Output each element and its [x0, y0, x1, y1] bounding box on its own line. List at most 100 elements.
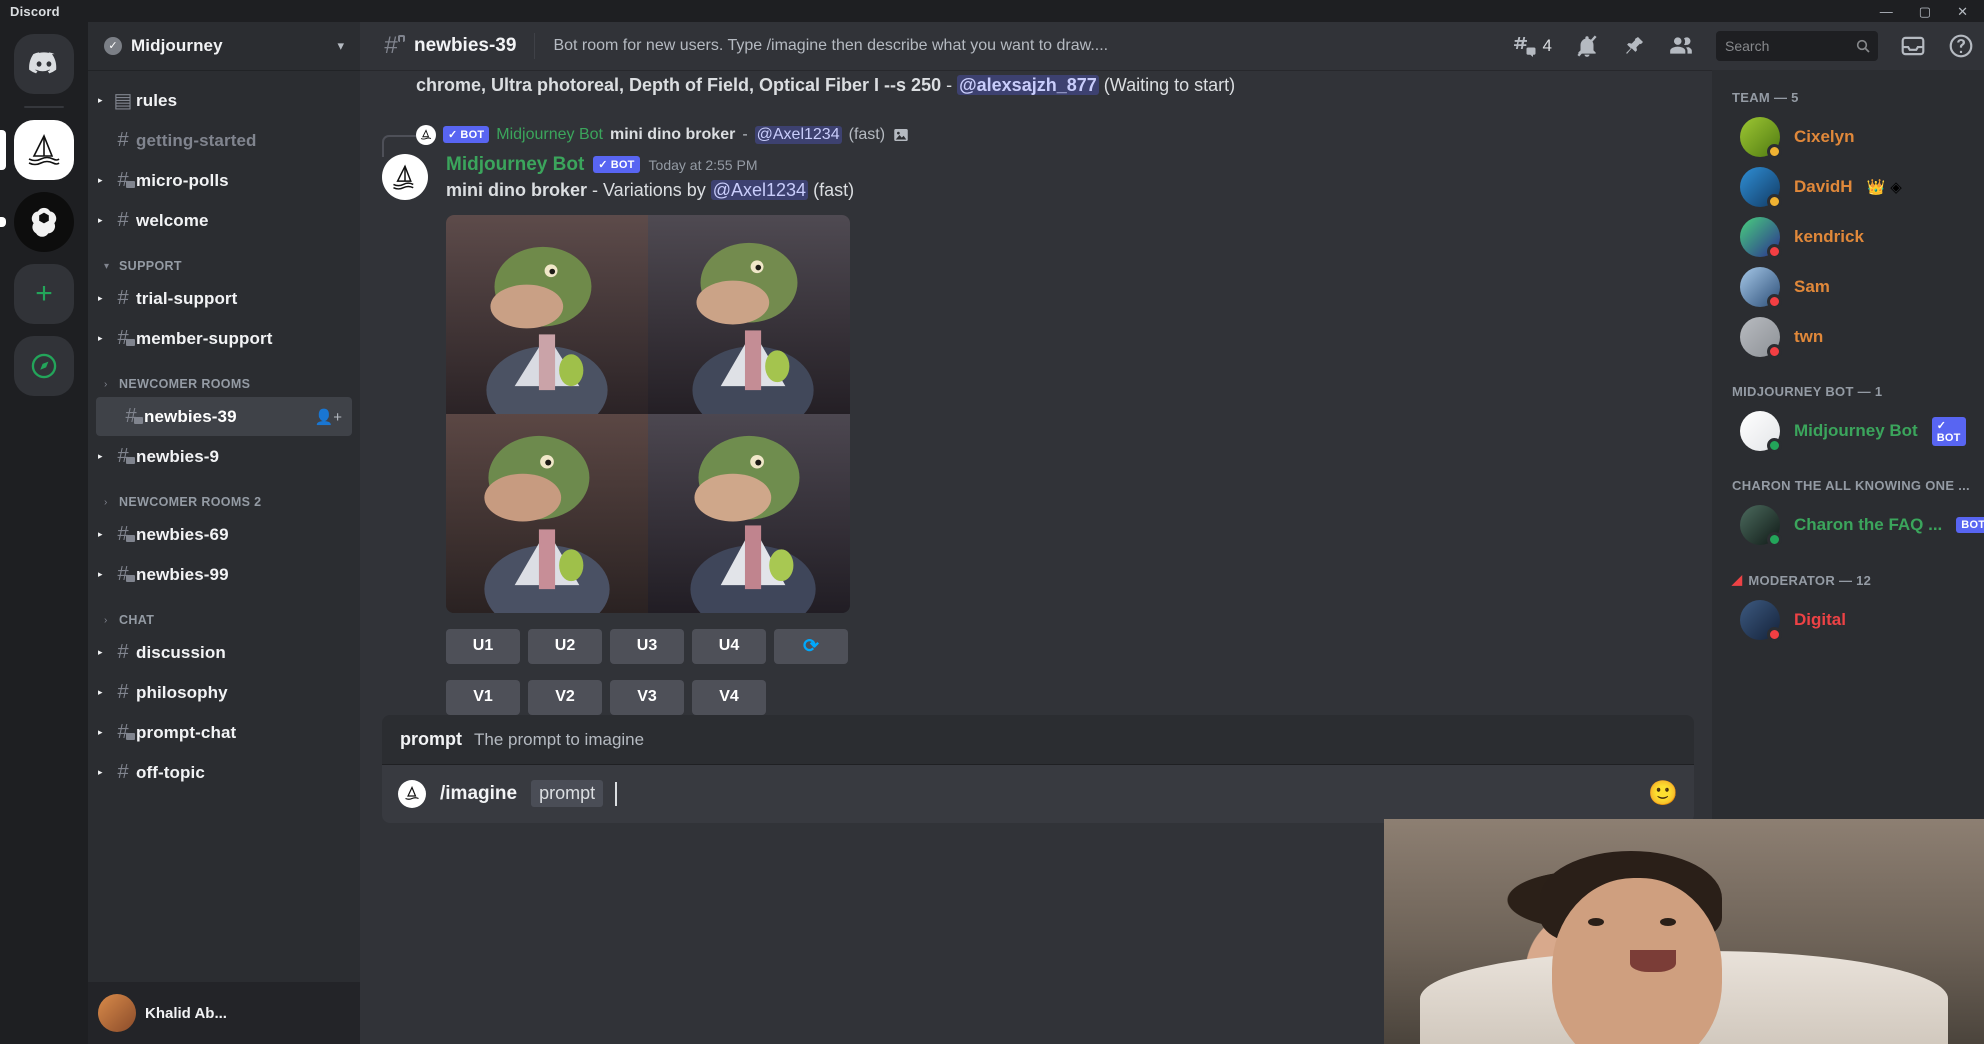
channel-list[interactable]: ▸ ▤ rules # getting-started ▸ # micro-polls ▸ # we…: [88, 70, 360, 982]
help-button[interactable]: [1948, 33, 1974, 59]
category-newcomer-rooms[interactable]: › NEWCOMER ROOMS: [88, 359, 360, 396]
channel-name: micro-polls: [136, 170, 229, 190]
generated-image-grid[interactable]: [446, 214, 850, 613]
variation-button-3[interactable]: V3: [610, 679, 684, 715]
server-icon-home[interactable]: [14, 34, 74, 94]
sidebar-item-member-support[interactable]: ▸ # member-support: [88, 319, 352, 358]
server-icon-midjourney[interactable]: [0, 120, 74, 180]
variation-button-2[interactable]: V2: [528, 679, 602, 715]
upscale-button-1[interactable]: U1: [446, 628, 520, 664]
scrollback-message: chrome, Ultra photoreal, Depth of Field,…: [360, 74, 1696, 98]
sidebar-item-rules[interactable]: ▸ ▤ rules: [88, 81, 352, 120]
message-row[interactable]: Midjourney Bot ✓ BOT Today at 2:55 PM min…: [360, 150, 1696, 715]
avatar: [98, 994, 136, 1032]
sidebar-item-prompt-chat[interactable]: ▸ # prompt-chat: [88, 713, 352, 752]
user-mention[interactable]: @Axel1234: [710, 179, 809, 200]
explore-servers-button[interactable]: [14, 336, 74, 396]
rules-icon: ▤: [113, 90, 133, 112]
avatar: [1740, 117, 1782, 159]
composer-area: prompt The prompt to imagine /imagine pr…: [360, 714, 1712, 833]
chevron-icon: ›: [104, 614, 108, 626]
sailboat-icon: [28, 134, 60, 166]
speed-label: (fast): [808, 179, 855, 200]
hash-icon: #: [117, 287, 129, 309]
image-cell: [446, 413, 648, 613]
upscale-button-3[interactable]: U3: [610, 628, 684, 664]
sidebar-item-trial-support[interactable]: ▸ # trial-support: [88, 279, 352, 318]
search-input[interactable]: Search: [1716, 31, 1878, 61]
emoji-icon[interactable]: 🙂: [1648, 779, 1678, 808]
reroll-button[interactable]: ⟳: [774, 628, 848, 664]
variation-button-1[interactable]: V1: [446, 679, 520, 715]
member-group-title: MODERATOR — 12: [1748, 572, 1872, 588]
chevron-icon: ▸: [98, 647, 103, 657]
pin-icon: [1626, 37, 1643, 54]
member-row[interactable]: DavidH 👑 ◈: [1720, 162, 1976, 212]
server-icon-openai[interactable]: [0, 192, 74, 252]
channel-name: discussion: [136, 642, 226, 662]
reply-author[interactable]: Midjourney Bot: [496, 126, 603, 144]
member-name: Digital: [1794, 610, 1846, 629]
member-row[interactable]: Cixelyn: [1720, 112, 1976, 162]
sidebar-item-micro-polls[interactable]: ▸ # micro-polls: [88, 161, 352, 200]
member-name: Sam: [1794, 277, 1830, 296]
sidebar-item-off-topic[interactable]: ▸ # off-topic: [88, 753, 352, 792]
add-server-button[interactable]: +: [14, 264, 74, 324]
member-row[interactable]: twn: [1720, 312, 1976, 362]
sidebar-item-newbies-9[interactable]: ▸ # newbies-9: [88, 437, 352, 476]
server-header-dropdown[interactable]: ✓ Midjourney ▾: [88, 22, 360, 70]
category-chat[interactable]: › CHAT: [88, 595, 360, 632]
message-input[interactable]: /imagine prompt 🙂: [382, 764, 1694, 823]
user-mention[interactable]: @alexsajzh_877: [957, 75, 1099, 95]
member-name: kendrick: [1794, 227, 1864, 246]
close-button[interactable]: ✕: [1957, 5, 1968, 18]
upscale-button-row[interactable]: U1 U2 U3 U4 ⟳: [446, 628, 1696, 664]
channel-topic[interactable]: Bot room for new users. Type /imagine th…: [553, 37, 1108, 55]
notification-settings-button[interactable]: [1574, 33, 1600, 59]
sidebar-item-philosophy[interactable]: ▸ # philosophy: [88, 673, 352, 712]
variation-button-row[interactable]: V1 V2 V3 V4: [446, 679, 1696, 715]
pinned-messages-button[interactable]: [1622, 34, 1646, 58]
minimize-button[interactable]: —: [1880, 5, 1893, 18]
active-server-pill: [0, 130, 6, 170]
channel-header: # newbies-39 Bot room for new users. Typ…: [360, 22, 1984, 70]
reply-reference[interactable]: ✓ BOT Midjourney Bot mini dino broker - @…: [360, 124, 1696, 157]
upscale-button-2[interactable]: U2: [528, 628, 602, 664]
search-icon: [1856, 39, 1870, 53]
member-row[interactable]: Charon the FAQ ... BOT: [1720, 500, 1984, 550]
avatar[interactable]: [382, 153, 428, 200]
user-panel[interactable]: Khalid Ab...: [88, 982, 360, 1044]
add-member-icon[interactable]: 👤+: [315, 408, 342, 426]
scrollback-dash: -: [941, 75, 958, 95]
boost-icon: ◈: [1890, 179, 1902, 196]
hash-thread-icon: #: [110, 445, 136, 468]
member-badges: ✓ BOT: [1931, 416, 1966, 446]
sidebar-item-discussion[interactable]: ▸ # discussion: [88, 633, 352, 672]
channel-name: getting-started: [136, 130, 257, 150]
sidebar-item-newbies-69[interactable]: ▸ # newbies-69: [88, 515, 352, 554]
category-support[interactable]: ▾ SUPPORT: [88, 241, 360, 278]
member-list-toggle[interactable]: [1668, 33, 1694, 59]
sidebar-item-newbies-39[interactable]: # newbies-39 👤+: [96, 397, 352, 436]
member-name: Midjourney Bot: [1794, 421, 1918, 440]
category-newcomer-rooms-2[interactable]: › NEWCOMER ROOMS 2: [88, 477, 360, 514]
maximize-button[interactable]: ▢: [1919, 5, 1931, 18]
member-row[interactable]: Midjourney Bot ✓ BOT: [1720, 406, 1976, 456]
member-row[interactable]: Sam: [1720, 262, 1976, 312]
channel-sidebar: ✓ Midjourney ▾ ▸ ▤ rules # getting-started ▸ #…: [88, 0, 360, 1044]
prompt-option-chip[interactable]: prompt: [531, 780, 604, 808]
sidebar-item-welcome[interactable]: ▸ # welcome: [88, 201, 352, 240]
sidebar-item-newbies-99[interactable]: ▸ # newbies-99: [88, 555, 352, 594]
threads-button[interactable]: 4: [1513, 34, 1552, 58]
avatar: [1740, 167, 1782, 209]
inbox-button[interactable]: [1900, 33, 1926, 59]
upscale-button-4[interactable]: U4: [692, 628, 766, 664]
member-row[interactable]: Digital: [1720, 595, 1976, 645]
message-author[interactable]: Midjourney Bot: [446, 154, 584, 176]
user-mention[interactable]: @Axel1234: [754, 125, 842, 144]
content-separator: -: [587, 179, 604, 200]
hash-icon: #: [117, 761, 129, 783]
variation-button-4[interactable]: V4: [692, 679, 766, 715]
sidebar-item-getting-started[interactable]: # getting-started: [88, 121, 352, 160]
member-row[interactable]: kendrick: [1720, 212, 1976, 262]
